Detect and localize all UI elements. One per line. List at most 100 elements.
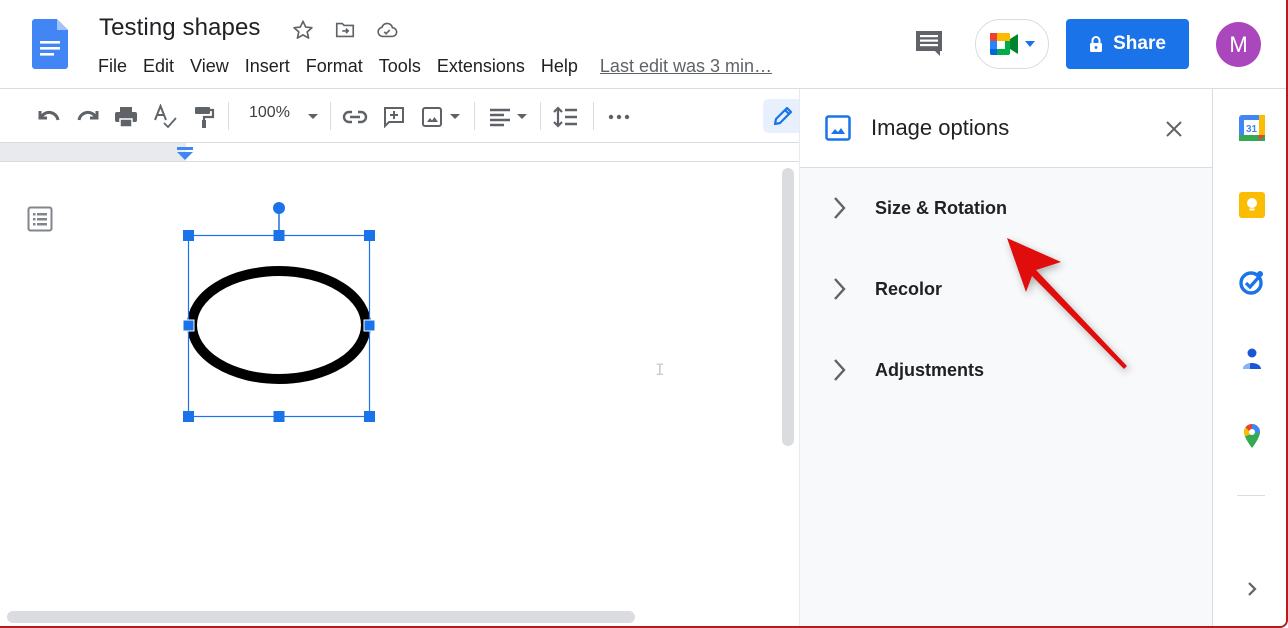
calendar-app-button[interactable]: 31	[1238, 114, 1266, 142]
line-spacing-button[interactable]	[552, 103, 580, 131]
text-cursor-icon: I	[655, 360, 665, 379]
menu-view[interactable]: View	[182, 54, 237, 79]
rail-divider	[1237, 495, 1265, 496]
google-keep-icon	[1239, 192, 1265, 218]
cloud-saved-icon[interactable]	[374, 17, 400, 43]
add-comment-button[interactable]	[380, 103, 408, 131]
menu-edit[interactable]: Edit	[135, 54, 182, 79]
more-horizontal-icon	[608, 114, 630, 120]
spelling-check-button[interactable]	[151, 103, 179, 131]
move-to-folder-icon[interactable]	[332, 17, 358, 43]
section-size-rotation[interactable]: Size & Rotation	[800, 183, 1213, 233]
align-dropdown[interactable]	[508, 103, 536, 131]
section-label: Adjustments	[875, 359, 985, 380]
ellipse-shape[interactable]	[187, 266, 371, 384]
editing-mode-button[interactable]	[763, 99, 803, 133]
insert-image-dropdown[interactable]	[441, 103, 469, 131]
menu-bar: File Edit View Insert Format Tools Exten…	[90, 54, 772, 79]
contacts-app-button[interactable]	[1238, 345, 1266, 373]
section-label: Recolor	[875, 278, 943, 299]
google-maps-icon	[1244, 424, 1260, 448]
paint-format-icon	[195, 107, 215, 128]
insert-link-button[interactable]	[341, 103, 369, 131]
toolbar-divider	[474, 102, 475, 130]
section-label: Size & Rotation	[875, 197, 1008, 218]
chevron-down-icon	[450, 114, 460, 119]
menu-format[interactable]: Format	[298, 54, 371, 79]
print-icon	[115, 107, 137, 128]
section-recolor[interactable]: Recolor	[800, 264, 1213, 314]
chevron-right-icon	[834, 197, 846, 219]
line-spacing-icon	[553, 106, 577, 128]
resize-handle-bottom-right[interactable]	[364, 411, 375, 422]
maps-app-button[interactable]	[1238, 422, 1266, 450]
ruler-margin	[0, 143, 186, 161]
undo-button[interactable]	[35, 103, 63, 131]
close-panel-button[interactable]	[1161, 116, 1187, 142]
meet-dropdown-icon	[1025, 41, 1035, 47]
menu-insert[interactable]: Insert	[237, 54, 298, 79]
toolbar-divider	[540, 102, 541, 130]
menu-tools[interactable]: Tools	[371, 54, 429, 79]
google-docs-logo-icon[interactable]	[32, 19, 68, 69]
chevron-right-icon	[1248, 582, 1257, 596]
resize-handle-bottom-left[interactable]	[183, 411, 194, 422]
zoom-select[interactable]: 100%	[249, 104, 290, 122]
lock-icon	[1090, 36, 1103, 52]
resize-handle-bottom[interactable]	[273, 411, 285, 422]
svg-text:31: 31	[1246, 124, 1258, 135]
image-icon	[422, 107, 442, 127]
image-options-panel: Image options Size & Rotation Recolor Ad…	[799, 89, 1213, 626]
last-edit-link[interactable]: Last edit was 3 min…	[600, 56, 772, 77]
selected-shape[interactable]	[0, 162, 798, 628]
chevron-right-icon	[834, 278, 846, 300]
indent-marker-icon[interactable]	[177, 147, 193, 161]
panel-title: Image options	[871, 115, 1010, 140]
resize-handle-left[interactable]	[182, 319, 195, 332]
paint-format-button[interactable]	[190, 103, 218, 131]
comment-icon	[916, 31, 942, 56]
close-icon	[1166, 121, 1182, 137]
menu-extensions[interactable]: Extensions	[429, 54, 533, 79]
chevron-right-icon	[834, 359, 846, 381]
app-window: Testing shapes File Edit View Insert For…	[0, 0, 1288, 628]
share-label: Share	[1113, 33, 1166, 54]
google-contacts-icon	[1243, 348, 1261, 369]
header: Testing shapes File Edit View Insert For…	[0, 0, 1286, 89]
star-icon[interactable]	[290, 17, 316, 43]
tasks-app-button[interactable]	[1238, 268, 1266, 296]
google-meet-icon	[990, 33, 1018, 55]
section-adjustments[interactable]: Adjustments	[800, 345, 1213, 395]
resize-handle-top-right[interactable]	[364, 230, 375, 241]
redo-icon	[77, 110, 99, 121]
resize-handle-top-left[interactable]	[183, 230, 194, 241]
toolbar-divider	[228, 102, 229, 130]
more-options-button[interactable]	[605, 103, 633, 131]
horizontal-scrollbar[interactable]	[7, 611, 635, 623]
document-title[interactable]: Testing shapes	[99, 14, 261, 42]
comment-history-button[interactable]	[912, 28, 948, 60]
resize-handle-top[interactable]	[273, 230, 285, 241]
side-apps-rail: 31	[1212, 89, 1286, 626]
vertical-scrollbar[interactable]	[782, 168, 794, 446]
menu-help[interactable]: Help	[533, 54, 586, 79]
undo-icon	[38, 110, 60, 121]
print-button[interactable]	[112, 103, 140, 131]
show-side-panel-button[interactable]	[1238, 575, 1266, 603]
keep-app-button[interactable]	[1238, 191, 1266, 219]
toolbar-divider	[593, 102, 594, 130]
panel-header: Image options	[800, 89, 1213, 168]
spellcheck-icon	[154, 104, 177, 129]
account-avatar[interactable]: M	[1216, 22, 1261, 67]
share-button[interactable]: Share	[1066, 19, 1189, 69]
add-comment-icon	[384, 107, 404, 129]
link-icon	[342, 110, 368, 124]
toolbar-divider	[330, 102, 331, 130]
meet-button[interactable]	[975, 19, 1049, 69]
rotation-handle[interactable]	[273, 202, 285, 214]
redo-button[interactable]	[74, 103, 102, 131]
resize-handle-right[interactable]	[363, 319, 376, 332]
document-canvas[interactable]: I	[0, 162, 798, 628]
menu-file[interactable]: File	[90, 54, 135, 79]
zoom-dropdown-button[interactable]	[299, 103, 327, 131]
